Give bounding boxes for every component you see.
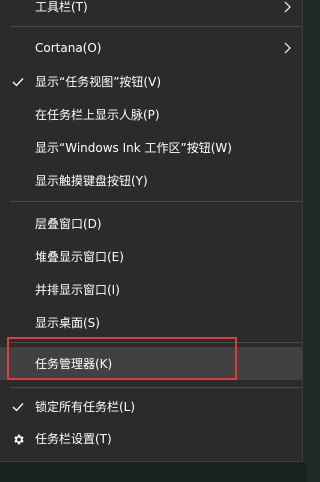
menu-item-cascade-windows[interactable]: 层叠窗口(D) — [0, 210, 302, 238]
menu-item-label: 层叠窗口(D) — [35, 217, 102, 231]
checkmark-icon — [11, 400, 25, 414]
menu-item-label: Cortana(O) — [35, 41, 102, 55]
taskbar-context-menu: 工具栏(T) Cortana(O) 显示“任务视图”按钮(V) 在任务栏上显示人… — [0, 0, 303, 462]
menu-item-side-by-side-windows[interactable]: 并排显示窗口(I) — [0, 276, 302, 304]
menu-item-show-touch-keyboard-button[interactable]: 显示触摸键盘按钮(Y) — [0, 167, 302, 195]
menu-item-task-manager[interactable]: 任务管理器(K) — [0, 347, 302, 380]
menu-item-toolbars[interactable]: 工具栏(T) — [0, 0, 302, 21]
menu-item-stack-windows[interactable]: 堆叠显示窗口(E) — [0, 243, 302, 271]
menu-item-taskbar-settings[interactable]: 任务栏设置(T) — [0, 425, 302, 453]
menu-item-label: 任务栏设置(T) — [35, 432, 112, 446]
menu-item-show-task-view-button[interactable]: 显示“任务视图”按钮(V) — [0, 68, 302, 96]
menu-item-label: 显示触摸键盘按钮(Y) — [35, 174, 148, 188]
menu-item-cortana[interactable]: Cortana(O) — [0, 34, 302, 62]
menu-item-show-people[interactable]: 在任务栏上显示人脉(P) — [0, 101, 302, 129]
menu-item-label: 显示“Windows Ink 工作区”按钮(W) — [35, 141, 232, 155]
menu-separator — [10, 342, 302, 343]
chevron-right-icon — [282, 42, 292, 54]
menu-item-label: 任务管理器(K) — [35, 356, 113, 371]
menu-item-label: 显示“任务视图”按钮(V) — [35, 75, 162, 89]
menu-item-label: 锁定所有任务栏(L) — [35, 400, 136, 414]
menu-item-label: 并排显示窗口(I) — [35, 283, 120, 297]
menu-item-label: 堆叠显示窗口(E) — [35, 250, 124, 264]
menu-item-lock-taskbars[interactable]: 锁定所有任务栏(L) — [0, 393, 302, 421]
menu-item-label: 工具栏(T) — [35, 0, 88, 14]
chevron-right-icon — [282, 1, 292, 13]
menu-separator — [10, 26, 302, 27]
taskbar-strip — [0, 462, 306, 482]
menu-separator — [10, 387, 302, 388]
menu-separator — [10, 201, 302, 202]
gear-icon — [11, 432, 25, 446]
menu-item-label: 显示桌面(S) — [35, 316, 100, 330]
menu-item-label: 在任务栏上显示人脉(P) — [35, 108, 160, 122]
checkmark-icon — [11, 75, 25, 89]
menu-item-show-desktop[interactable]: 显示桌面(S) — [0, 309, 302, 337]
menu-item-show-windows-ink-button[interactable]: 显示“Windows Ink 工作区”按钮(W) — [0, 134, 302, 162]
